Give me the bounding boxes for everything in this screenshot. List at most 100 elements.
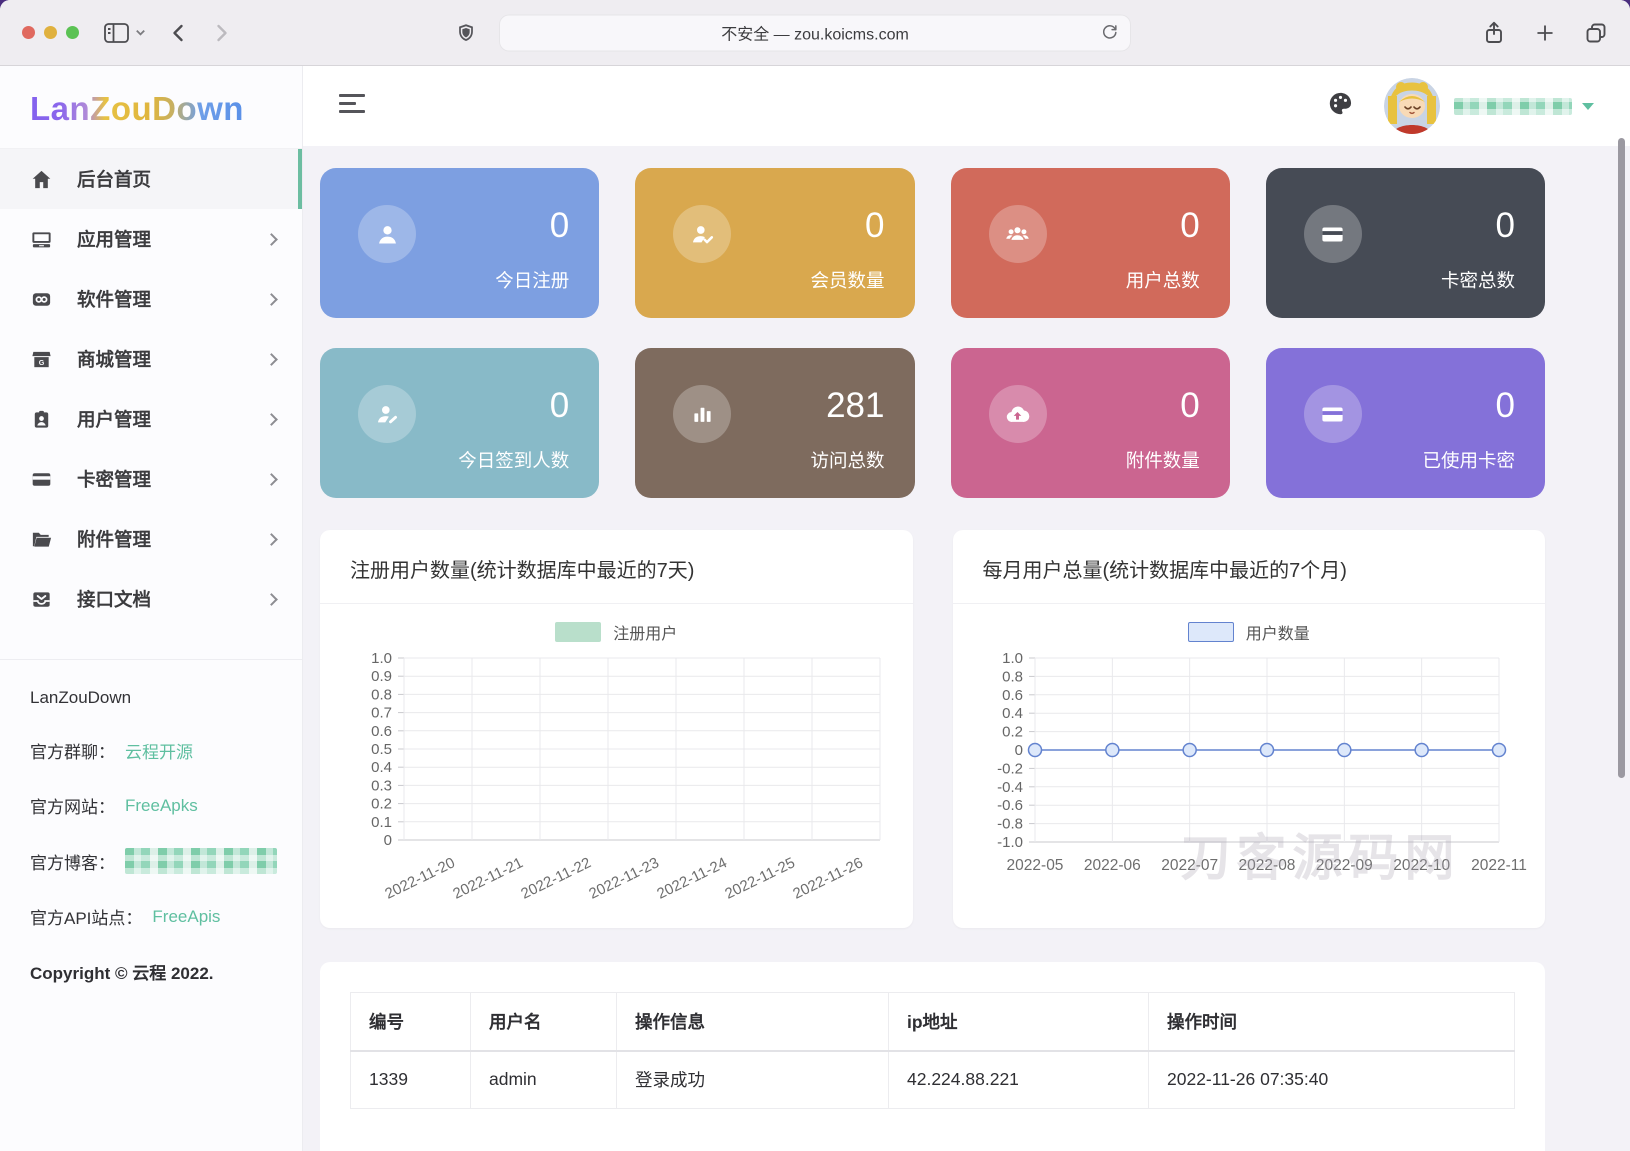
svg-text:-0.2: -0.2 <box>997 760 1023 777</box>
legend-swatch <box>1187 622 1234 642</box>
zoom-window-button[interactable] <box>66 26 79 39</box>
sidebar-item-software-management[interactable]: 软件管理 <box>0 269 302 329</box>
privacy-shield-icon[interactable] <box>455 21 477 45</box>
people-icon <box>988 205 1047 263</box>
back-button[interactable] <box>167 21 191 45</box>
menu-toggle-icon[interactable] <box>339 94 367 118</box>
card-icon <box>1303 385 1362 443</box>
user-menu-caret-icon[interactable] <box>1582 102 1594 110</box>
stat-value: 0 <box>1180 386 1200 425</box>
column-header-ip: ip地址 <box>888 992 1149 1052</box>
footer-label: 官方群聊： <box>30 743 115 762</box>
cell-ip: 42.224.88.221 <box>888 1050 1149 1109</box>
stat-value: 0 <box>1180 206 1200 245</box>
user-avatar[interactable] <box>1384 78 1440 134</box>
footer-link-website[interactable]: FreeApks <box>125 796 198 816</box>
chart-legend[interactable]: 注册用户 <box>320 620 913 644</box>
chart-legend[interactable]: 用户数量 <box>953 620 1546 644</box>
stat-cards: 0 今日注册 0 会员数量 0 用户总数 0 卡密总数 0 今日签到人数 281… <box>320 168 1545 498</box>
footer-link-blog-redacted[interactable] <box>125 848 277 874</box>
svg-text:2022-11-23: 2022-11-23 <box>586 854 661 902</box>
svg-text:2022-11-22: 2022-11-22 <box>518 854 593 902</box>
stat-card-total-users: 0 用户总数 <box>950 168 1230 318</box>
cloud-upload-icon <box>988 385 1047 443</box>
reload-icon[interactable] <box>1100 22 1120 42</box>
svg-text:-0.6: -0.6 <box>997 797 1023 814</box>
sidebar-item-dashboard[interactable]: 后台首页 <box>0 149 302 209</box>
share-icon[interactable] <box>1482 20 1506 46</box>
folder-icon <box>30 528 53 551</box>
svg-text:0.6: 0.6 <box>1002 687 1023 704</box>
chevron-right-icon <box>265 232 278 246</box>
sidebar-item-attachment-management[interactable]: 附件管理 <box>0 509 302 569</box>
computer-icon <box>30 228 53 251</box>
app-logo[interactable]: LanZouDown <box>0 66 302 149</box>
sidebar-item-api-docs[interactable]: 接口文档 <box>0 569 302 629</box>
svg-text:1.0: 1.0 <box>371 650 392 667</box>
chevron-right-icon <box>265 352 278 366</box>
sidebar-chevron-down-icon[interactable] <box>134 26 147 39</box>
svg-text:2022-11-21: 2022-11-21 <box>450 854 525 902</box>
browser-window: 不安全 — zou.koicms.com LanZouDown 后台首页 应用管… <box>0 0 1630 1151</box>
table-row[interactable]: 1339 admin 登录成功 42.224.88.221 2022-11-26… <box>350 1050 1515 1109</box>
stat-value: 0 <box>1495 206 1515 245</box>
svg-text:0.5: 0.5 <box>371 741 392 758</box>
card-icon <box>1303 205 1362 263</box>
svg-text:-0.4: -0.4 <box>997 779 1023 796</box>
copyright-text: Copyright © 云程 2022. <box>30 964 214 983</box>
stat-label: 卡密总数 <box>1440 270 1515 291</box>
legend-label: 注册用户 <box>613 626 678 643</box>
footer-label: 官方网站： <box>30 798 115 817</box>
page-scrollbar[interactable] <box>1618 138 1625 778</box>
svg-text:-1.0: -1.0 <box>997 834 1023 851</box>
address-bar-url: 不安全 — zou.koicms.com <box>721 26 909 44</box>
chart-card-weekly-registrations: 注册用户数量(统计数据库中最近的7天) 注册用户 1.0 0.9 0.8 0.7 0.6… <box>320 530 913 928</box>
browser-toolbar: 不安全 — zou.koicms.com <box>0 0 1630 66</box>
close-window-button[interactable] <box>22 26 35 39</box>
chart-title: 注册用户数量(统计数据库中最近的7天) <box>320 530 913 604</box>
sidebar-item-mall-management[interactable]: G 商城管理 <box>0 329 302 389</box>
sidebar-item-label: 商城管理 <box>77 349 152 370</box>
footer-link-api-site[interactable]: FreeApis <box>152 907 220 927</box>
sidebar-item-app-management[interactable]: 应用管理 <box>0 209 302 269</box>
footer-label: 官方API站点： <box>30 909 143 928</box>
chevron-right-icon <box>265 292 278 306</box>
svg-text:0.3: 0.3 <box>371 777 392 794</box>
sidebar-item-cardkey-management[interactable]: 卡密管理 <box>0 449 302 509</box>
theme-palette-icon[interactable] <box>1327 90 1354 122</box>
svg-text:2022-10: 2022-10 <box>1393 857 1450 874</box>
store-icon: G <box>30 348 53 371</box>
stat-label: 用户总数 <box>1125 270 1200 291</box>
svg-text:0.6: 0.6 <box>371 723 392 740</box>
stat-value: 0 <box>1495 386 1515 425</box>
dashboard-content: 0 今日注册 0 会员数量 0 用户总数 0 卡密总数 0 今日签到人数 281… <box>303 146 1630 1151</box>
sidebar-item-label: 应用管理 <box>77 229 152 250</box>
address-bar[interactable]: 不安全 — zou.koicms.com <box>499 14 1131 51</box>
svg-text:2022-11-20: 2022-11-20 <box>382 854 457 902</box>
sidebar-item-label: 软件管理 <box>77 289 152 310</box>
stat-value: 0 <box>549 206 570 245</box>
forward-button[interactable] <box>209 21 233 45</box>
minimize-window-button[interactable] <box>44 26 57 39</box>
line-chart-monthly-users: 1.00.8 0.60.4 0.20-0.2 -0.4-0.6 -0.8-1.0 2022… <box>997 650 1527 874</box>
svg-text:2022-11: 2022-11 <box>1471 857 1527 874</box>
svg-text:0.4: 0.4 <box>371 759 392 776</box>
sidebar-item-user-management[interactable]: 用户管理 <box>0 389 302 449</box>
svg-text:2022-06: 2022-06 <box>1084 857 1141 874</box>
svg-text:0.2: 0.2 <box>371 796 392 813</box>
stat-card-member-count: 0 会员数量 <box>635 168 915 318</box>
tab-overview-icon[interactable] <box>1584 21 1608 45</box>
operation-log-table: 编号 用户名 操作信息 ip地址 操作时间 1339 admin 登录成功 42… <box>350 992 1515 1109</box>
stat-label: 访问总数 <box>810 450 885 471</box>
sidebar-toggle-icon[interactable] <box>103 22 130 44</box>
svg-text:0: 0 <box>1015 742 1023 759</box>
chevron-right-icon <box>265 532 278 546</box>
column-header-operation: 操作信息 <box>616 992 889 1052</box>
legend-label: 用户数量 <box>1245 626 1310 643</box>
svg-text:0: 0 <box>383 832 391 849</box>
footer-link-qq-group[interactable]: 云程开源 <box>125 738 193 763</box>
sidebar-item-label: 后台首页 <box>77 169 152 190</box>
stat-value: 281 <box>826 386 885 425</box>
new-tab-icon[interactable] <box>1534 22 1556 44</box>
svg-text:G: G <box>39 358 45 366</box>
